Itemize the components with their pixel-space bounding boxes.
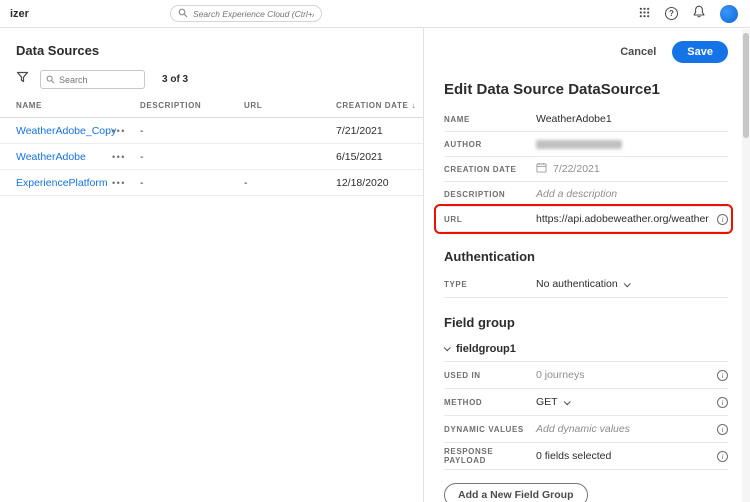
column-header-description[interactable]: DESCRIPTION bbox=[140, 101, 244, 110]
filter-icon[interactable] bbox=[16, 71, 29, 89]
scrollbar-thumb[interactable] bbox=[743, 33, 749, 138]
response-payload-row: RESPONSE PAYLOAD 0 fields selected i bbox=[444, 443, 728, 470]
chevron-down-icon bbox=[563, 398, 570, 405]
creation-date-field-value: 7/22/2021 bbox=[553, 163, 600, 175]
auth-type-row: TYPE No authentication bbox=[444, 271, 728, 298]
response-payload-info-icon[interactable]: i bbox=[717, 451, 728, 462]
main-content: Data Sources 3 of 3 NAME DESCRIPTION URL bbox=[0, 28, 750, 502]
data-sources-list-panel: Data Sources 3 of 3 NAME DESCRIPTION URL bbox=[0, 28, 424, 502]
redacted-author-value bbox=[536, 140, 622, 149]
sort-descending-icon: ↓ bbox=[411, 101, 416, 110]
method-info-icon[interactable]: i bbox=[717, 397, 728, 408]
used-in-info-icon[interactable]: i bbox=[717, 370, 728, 381]
name-field-label: NAME bbox=[444, 115, 536, 124]
app-title: izer bbox=[10, 8, 29, 20]
edit-data-source-panel: Cancel Save Edit Data Source DataSource1… bbox=[424, 28, 750, 502]
description-cell: - bbox=[140, 125, 244, 137]
top-navigation-bar: izer ? bbox=[0, 0, 750, 28]
table-row: WeatherAdobe ••• - 6/15/2021 bbox=[0, 144, 423, 170]
url-field-label: URL bbox=[444, 215, 536, 224]
auth-type-label: TYPE bbox=[444, 280, 536, 289]
list-search[interactable] bbox=[40, 70, 145, 89]
global-search[interactable] bbox=[170, 5, 322, 22]
topbar-actions: ? bbox=[639, 5, 740, 23]
chevron-down-icon bbox=[623, 280, 630, 287]
name-field-row: NAME WeatherAdobe1 bbox=[444, 107, 728, 132]
help-icon[interactable]: ? bbox=[665, 7, 678, 20]
url-info-icon[interactable]: i bbox=[717, 214, 728, 225]
creation-date-field-label: CREATION DATE bbox=[444, 165, 536, 174]
response-payload-value[interactable]: 0 fields selected bbox=[536, 450, 717, 462]
datasource-link[interactable]: ExperiencePlatform bbox=[16, 177, 112, 189]
method-dropdown[interactable]: GET bbox=[536, 396, 569, 408]
dynamic-values-row: DYNAMIC VALUES Add dynamic values i bbox=[444, 416, 728, 443]
url-field-value[interactable]: https://api.adobeweather.org/weather bbox=[536, 213, 717, 225]
search-icon bbox=[178, 5, 188, 23]
column-header-name[interactable]: NAME bbox=[16, 101, 112, 110]
row-actions-menu[interactable]: ••• bbox=[112, 152, 140, 162]
fieldgroup-name: fieldgroup1 bbox=[456, 343, 516, 355]
user-avatar[interactable] bbox=[720, 5, 738, 23]
notifications-bell-icon[interactable] bbox=[693, 5, 705, 23]
creation-date-cell: 7/21/2021 bbox=[336, 125, 423, 137]
table-header: NAME DESCRIPTION URL CREATION DATE↓ bbox=[0, 101, 423, 118]
calendar-icon bbox=[536, 162, 547, 176]
save-button[interactable]: Save bbox=[672, 41, 728, 63]
apps-grid-icon[interactable] bbox=[639, 5, 650, 23]
chevron-down-icon bbox=[444, 344, 451, 351]
url-field-row: URL https://api.adobeweather.org/weather… bbox=[444, 207, 728, 232]
datasource-link[interactable]: WeatherAdobe_Copy bbox=[16, 125, 112, 137]
column-header-url[interactable]: URL bbox=[244, 101, 336, 110]
used-in-row: USED IN 0 journeys i bbox=[444, 362, 728, 389]
author-field-row: AUTHOR bbox=[444, 132, 728, 157]
creation-date-field-row: CREATION DATE 7/22/2021 bbox=[444, 157, 728, 182]
creation-date-cell: 12/18/2020 bbox=[336, 177, 423, 189]
datasource-link[interactable]: WeatherAdobe bbox=[16, 151, 112, 163]
app-window: izer ? bbox=[0, 0, 750, 502]
description-field-label: DESCRIPTION bbox=[444, 190, 536, 199]
add-field-group-button[interactable]: Add a New Field Group bbox=[444, 483, 588, 502]
column-header-creation-date[interactable]: CREATION DATE↓ bbox=[336, 101, 423, 110]
table-row: WeatherAdobe_Copy ••• - 7/21/2021 bbox=[0, 118, 423, 144]
author-field-label: AUTHOR bbox=[444, 140, 536, 149]
url-cell: - bbox=[244, 177, 336, 189]
global-search-input[interactable] bbox=[193, 9, 314, 19]
name-field-value[interactable]: WeatherAdobe1 bbox=[536, 113, 728, 125]
auth-type-dropdown[interactable]: No authentication bbox=[536, 278, 629, 290]
row-actions-menu[interactable]: ••• bbox=[112, 126, 140, 136]
fieldgroup-details: USED IN 0 journeys i METHOD GET i D bbox=[444, 362, 728, 470]
description-cell: - bbox=[140, 151, 244, 163]
list-search-input[interactable] bbox=[59, 75, 139, 85]
datasource-fields: NAME WeatherAdobe1 AUTHOR CREATION DATE … bbox=[444, 107, 728, 232]
panel-title: Data Sources bbox=[0, 28, 423, 70]
field-group-heading: Field group bbox=[444, 315, 728, 330]
list-toolbar: 3 of 3 bbox=[0, 70, 423, 101]
used-in-value: 0 journeys bbox=[536, 369, 717, 381]
table-row: ExperiencePlatform ••• - - 12/18/2020 bbox=[0, 170, 423, 196]
method-row: METHOD GET i bbox=[444, 389, 728, 416]
description-cell: - bbox=[140, 177, 244, 189]
vertical-scrollbar bbox=[742, 29, 750, 502]
description-field-row: DESCRIPTION Add a description bbox=[444, 182, 728, 207]
page-title: Edit Data Source DataSource1 bbox=[444, 81, 728, 98]
dynamic-values-input[interactable]: Add dynamic values bbox=[536, 423, 717, 435]
row-actions-menu[interactable]: ••• bbox=[112, 178, 140, 188]
search-icon bbox=[46, 71, 55, 89]
description-field-input[interactable]: Add a description bbox=[536, 188, 728, 200]
authentication-heading: Authentication bbox=[444, 249, 728, 264]
result-count: 3 of 3 bbox=[156, 74, 188, 85]
dynamic-values-info-icon[interactable]: i bbox=[717, 424, 728, 435]
creation-date-cell: 6/15/2021 bbox=[336, 151, 423, 163]
panel-actions: Cancel Save bbox=[444, 28, 728, 63]
fieldgroup-toggle[interactable]: fieldgroup1 bbox=[444, 336, 728, 362]
cancel-button[interactable]: Cancel bbox=[620, 46, 656, 58]
